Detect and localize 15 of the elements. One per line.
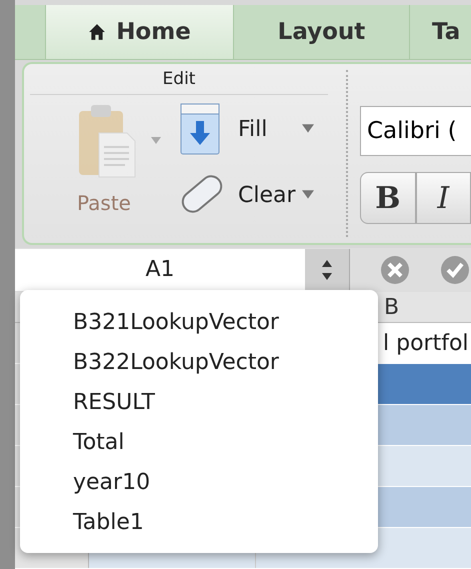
name-box[interactable]: A1	[15, 248, 305, 291]
menu-item[interactable]: B322LookupVector	[20, 343, 378, 383]
menu-item[interactable]: Total	[20, 423, 378, 463]
bold-button[interactable]: B	[360, 172, 416, 224]
menu-item[interactable]: B321LookupVector	[20, 303, 378, 343]
menu-item[interactable]: year10	[20, 463, 378, 503]
menu-item[interactable]: RESULT	[20, 383, 378, 423]
font-field[interactable]: Calibri (	[360, 106, 471, 156]
group-title: Edit	[30, 64, 328, 96]
fill-button[interactable]: Fill	[174, 103, 314, 156]
clear-button[interactable]: Clear	[174, 169, 314, 222]
ribbon-tab[interactable]: Home	[46, 5, 234, 60]
italic-button[interactable]: I	[416, 172, 471, 224]
menu-item[interactable]: Table1	[20, 503, 378, 543]
table-cell: l portfol	[383, 330, 469, 356]
